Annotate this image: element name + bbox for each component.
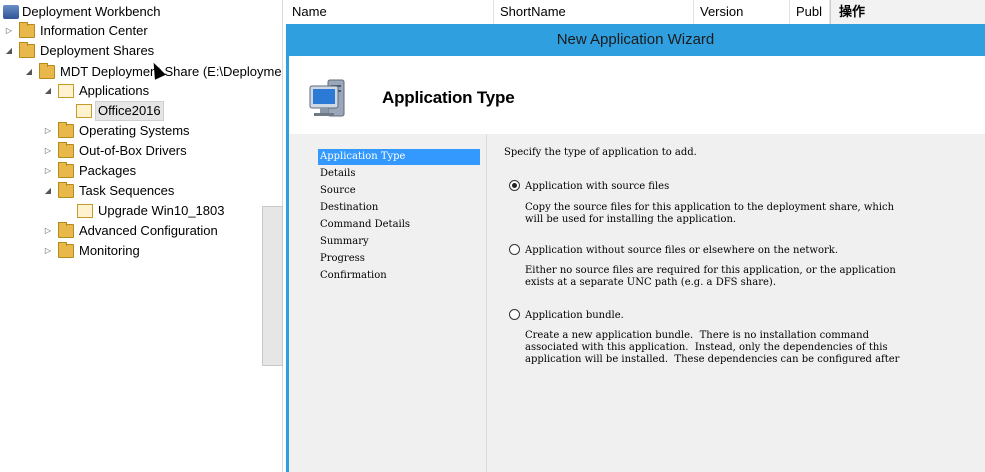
folder-icon <box>58 122 74 138</box>
option-source-files-label[interactable]: Application with source files <box>525 181 985 193</box>
folder-icon <box>58 182 74 198</box>
wizard-header: Application Type <box>289 56 985 134</box>
option-bundle-desc-2: associated with this application. Instea… <box>525 342 888 353</box>
wizard-content: Application Type Application Type Detail… <box>289 56 985 472</box>
step-application-type: Application Type <box>318 149 480 165</box>
actions-pane-header: 操作 <box>830 0 985 24</box>
expand-arrow-icon[interactable]: ▷ <box>43 121 53 141</box>
collapse-arrow-icon[interactable]: ◢ <box>4 41 14 61</box>
collapse-arrow-icon[interactable]: ◢ <box>43 181 53 201</box>
folder-icon <box>58 222 74 238</box>
column-header-version[interactable]: Version <box>694 0 790 24</box>
option-bundle-label[interactable]: Application bundle. <box>525 310 985 322</box>
wizard-page-title: Application Type <box>382 88 515 107</box>
wizard-steps-list: Application Type Details Source Destinat… <box>289 134 487 472</box>
expand-arrow-icon[interactable]: ▷ <box>4 21 14 41</box>
collapse-arrow-icon[interactable]: ◢ <box>24 62 34 82</box>
option-no-source-files-desc-2: exists at a separate UNC path (e.g. a DF… <box>525 277 776 288</box>
workbench-icon <box>3 5 19 19</box>
wizard-title: New Application Wizard <box>556 31 715 48</box>
option-source-files-desc-1: Copy the source files for this applicati… <box>525 202 895 213</box>
step-source: Source <box>320 185 356 196</box>
console-tree: Deployment Workbench ▷ Information Cente… <box>0 0 283 472</box>
option-bundle-desc-3: application will be installed. These dep… <box>525 354 900 365</box>
collapse-arrow-icon[interactable]: ◢ <box>43 81 53 101</box>
expand-arrow-icon[interactable]: ▷ <box>43 141 53 161</box>
radio-application-bundle[interactable] <box>509 309 520 320</box>
step-command-details: Command Details <box>320 219 411 230</box>
step-confirmation: Confirmation <box>320 270 387 281</box>
radio-source-files[interactable] <box>509 180 520 191</box>
step-details: Details <box>320 168 356 179</box>
folder-icon <box>58 162 74 178</box>
option-source-files-desc-2: will be used for installing the applicat… <box>525 214 737 225</box>
folder-icon <box>19 42 35 58</box>
computer-icon <box>309 79 345 117</box>
column-header-name[interactable]: Name <box>286 0 494 24</box>
step-summary: Summary <box>320 236 369 247</box>
expand-arrow-icon[interactable]: ▷ <box>43 241 53 261</box>
column-header-publisher[interactable]: Publ <box>790 0 830 24</box>
step-progress: Progress <box>320 253 365 264</box>
step-destination: Destination <box>320 202 379 213</box>
option-no-source-files-desc-1: Either no source files are required for … <box>525 265 896 276</box>
tree-root-label: Deployment Workbench <box>22 4 161 19</box>
scrollbar[interactable] <box>262 206 283 366</box>
folder-icon <box>58 142 74 158</box>
option-no-source-files-label[interactable]: Application without source files or else… <box>525 245 985 257</box>
folder-icon <box>39 63 55 79</box>
column-header-shortname[interactable]: ShortName <box>494 0 694 24</box>
wizard-body: Specify the type of application to add. … <box>487 134 985 472</box>
task-sequence-icon <box>77 204 93 218</box>
option-bundle-desc-1: Create a new application bundle. There i… <box>525 330 869 341</box>
application-icon <box>76 104 92 118</box>
radio-no-source-files[interactable] <box>509 244 520 255</box>
expand-arrow-icon[interactable]: ▷ <box>43 161 53 181</box>
folder-icon <box>19 22 35 38</box>
applications-folder-icon <box>58 84 74 98</box>
new-application-wizard: New Application Wizard Application Type … <box>286 24 985 472</box>
prompt-text: Specify the type of application to add. <box>504 147 697 158</box>
folder-icon <box>58 242 74 258</box>
expand-arrow-icon[interactable]: ▷ <box>43 221 53 241</box>
